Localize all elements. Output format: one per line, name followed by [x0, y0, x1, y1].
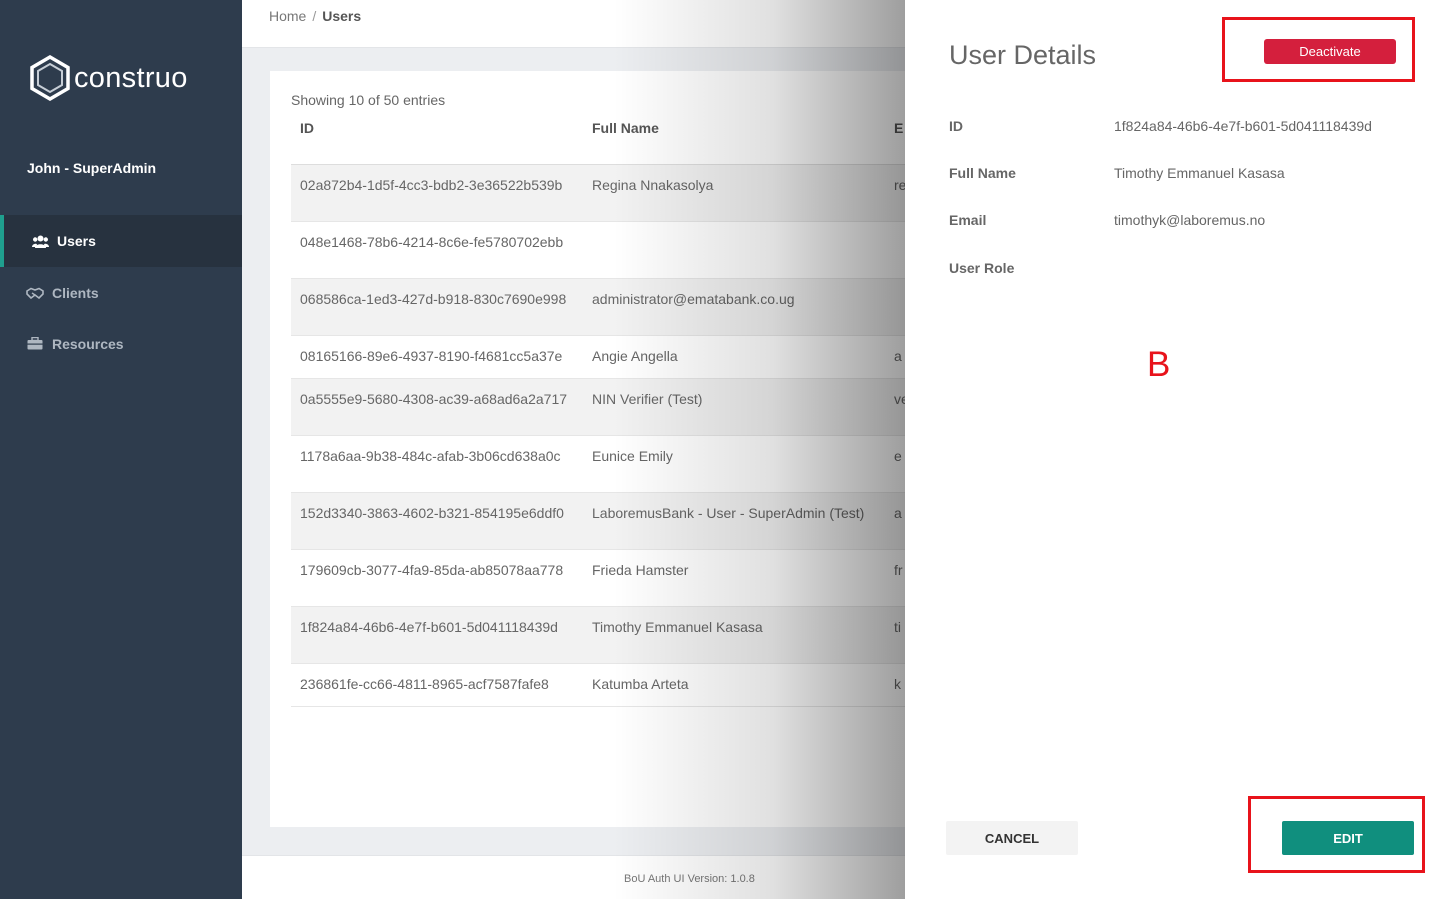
sidebar: construo John - SuperAdmin Users Clients…: [0, 0, 242, 899]
breadcrumb-current: Users: [322, 8, 362, 24]
table-row[interactable]: 02a872b4-1d5f-4cc3-bdb2-3e36522b539b Regi…: [291, 164, 905, 222]
sidebar-item-clients[interactable]: Clients: [0, 267, 242, 318]
cancel-button[interactable]: CANCEL: [946, 821, 1078, 855]
cell-full-name: Katumba Arteta: [583, 663, 885, 707]
sidebar-item-users[interactable]: Users: [0, 215, 242, 267]
cell-email: e: [885, 435, 905, 493]
deactivate-button[interactable]: Deactivate: [1264, 39, 1396, 64]
user-details-drawer: User Details Deactivate ID 1f824a84-46b6…: [905, 0, 1444, 899]
cell-id: 0a5555e9-5680-4308-ac39-a68ad6a2a717: [291, 378, 583, 436]
cell-email: ti: [885, 606, 905, 664]
column-header-id[interactable]: ID: [291, 112, 583, 165]
cell-full-name: [583, 221, 885, 279]
cell-email: k: [885, 663, 905, 707]
main-content: Home / Users Showing 10 of 50 entries ID F…: [242, 0, 905, 899]
cell-id: 152d3340-3863-4602-b321-854195e6ddf0: [291, 492, 583, 550]
users-table-card: Showing 10 of 50 entries ID Full Name E …: [270, 71, 905, 827]
cell-full-name: Angie Angella: [583, 335, 885, 379]
column-header-email[interactable]: E: [885, 112, 905, 165]
drawer-title: User Details: [949, 40, 1097, 70]
cell-id: 048e1468-78b6-4214-8c6e-fe5780702ebb: [291, 221, 583, 279]
table-row[interactable]: 152d3340-3863-4602-b321-854195e6ddf0 Labo…: [291, 492, 905, 550]
cell-email: fr: [885, 549, 905, 607]
briefcase-icon: [26, 337, 44, 351]
cell-full-name: NIN Verifier (Test): [583, 378, 885, 436]
cell-email: a: [885, 335, 905, 379]
breadcrumb-home-link[interactable]: Home: [269, 8, 306, 24]
sidebar-nav: Users Clients Resources: [0, 215, 242, 369]
sidebar-item-label: Clients: [52, 284, 99, 301]
cell-email: a: [885, 492, 905, 550]
table-row[interactable]: 0a5555e9-5680-4308-ac39-a68ad6a2a717 NIN …: [291, 378, 905, 436]
footer: BoU Auth UI Version: 1.0.8: [242, 855, 905, 899]
table-row[interactable]: 1178a6aa-9b38-484c-afab-3b06cd638a0c Euni…: [291, 435, 905, 493]
top-bar: Home / Users: [242, 0, 905, 48]
column-header-full-name[interactable]: Full Name: [583, 112, 885, 165]
table-header-row: ID Full Name E: [291, 112, 905, 165]
cell-id: 1178a6aa-9b38-484c-afab-3b06cd638a0c: [291, 435, 583, 493]
users-table: ID Full Name E 02a872b4-1d5f-4cc3-bdb2-3…: [291, 112, 905, 707]
cell-id: 1f824a84-46b6-4e7f-b601-5d041118439d: [291, 606, 583, 664]
table-row[interactable]: 236861fe-cc66-4811-8965-acf7587fafe8 Katu…: [291, 663, 905, 707]
cell-full-name: Timothy Emmanuel Kasasa: [583, 606, 885, 664]
table-row[interactable]: 068586ca-1ed3-427d-b918-830c7690e998 admi…: [291, 278, 905, 336]
cell-full-name: LaboremusBank - User - SuperAdmin (Test): [583, 492, 885, 550]
detail-value-id: 1f824a84-46b6-4e7f-b601-5d041118439d: [1114, 118, 1372, 134]
detail-label-full-name: Full Name: [949, 165, 1016, 181]
cell-full-name: Eunice Emily: [583, 435, 885, 493]
logo-hexagon-icon: [30, 55, 70, 101]
sidebar-item-label: Users: [57, 233, 96, 249]
cell-id: 179609cb-3077-4fa9-85da-ab85078aa778: [291, 549, 583, 607]
cell-full-name: Frieda Hamster: [583, 549, 885, 607]
breadcrumb-separator: /: [312, 8, 317, 24]
cell-id: 068586ca-1ed3-427d-b918-830c7690e998: [291, 278, 583, 336]
edit-button[interactable]: EDIT: [1282, 821, 1414, 855]
cell-id: 236861fe-cc66-4811-8965-acf7587fafe8: [291, 663, 583, 707]
cell-email: [885, 278, 905, 336]
detail-label-user-role: User Role: [949, 260, 1015, 276]
detail-label-id: ID: [949, 118, 963, 134]
cell-id: 02a872b4-1d5f-4cc3-bdb2-3e36522b539b: [291, 164, 583, 222]
table-row[interactable]: 179609cb-3077-4fa9-85da-ab85078aa778 Frie…: [291, 549, 905, 607]
cell-email: re: [885, 164, 905, 222]
handshake-icon: [26, 286, 44, 300]
detail-value-email: timothyk@laboremus.no: [1114, 212, 1266, 228]
sidebar-item-resources[interactable]: Resources: [0, 318, 242, 369]
detail-value-full-name: Timothy Emmanuel Kasasa: [1114, 165, 1285, 181]
entries-count: Showing 10 of 50 entries: [291, 92, 446, 108]
detail-label-email: Email: [949, 212, 987, 228]
table-row[interactable]: 08165166-89e6-4937-8190-f4681cc5a37e Angi…: [291, 335, 905, 379]
sidebar-item-label: Resources: [52, 335, 124, 352]
current-user-name: John - SuperAdmin: [27, 160, 157, 176]
breadcrumb: Home / Users: [269, 8, 361, 24]
cell-email: ve: [885, 378, 905, 436]
cell-email: [885, 221, 905, 279]
version-text: BoU Auth UI Version: 1.0.8: [624, 873, 755, 885]
cell-id: 08165166-89e6-4937-8190-f4681cc5a37e: [291, 335, 583, 379]
annotation-label: B: [1147, 345, 1171, 384]
logo-text: construo: [74, 61, 188, 94]
table-row[interactable]: 048e1468-78b6-4214-8c6e-fe5780702ebb: [291, 221, 905, 279]
cell-full-name: administrator@ematabank.co.ug: [583, 278, 885, 336]
logo: construo: [30, 55, 188, 101]
cell-full-name: Regina Nnakasolya: [583, 164, 885, 222]
table-row[interactable]: 1f824a84-46b6-4e7f-b601-5d041118439d Timo…: [291, 606, 905, 664]
users-icon: [31, 234, 49, 248]
